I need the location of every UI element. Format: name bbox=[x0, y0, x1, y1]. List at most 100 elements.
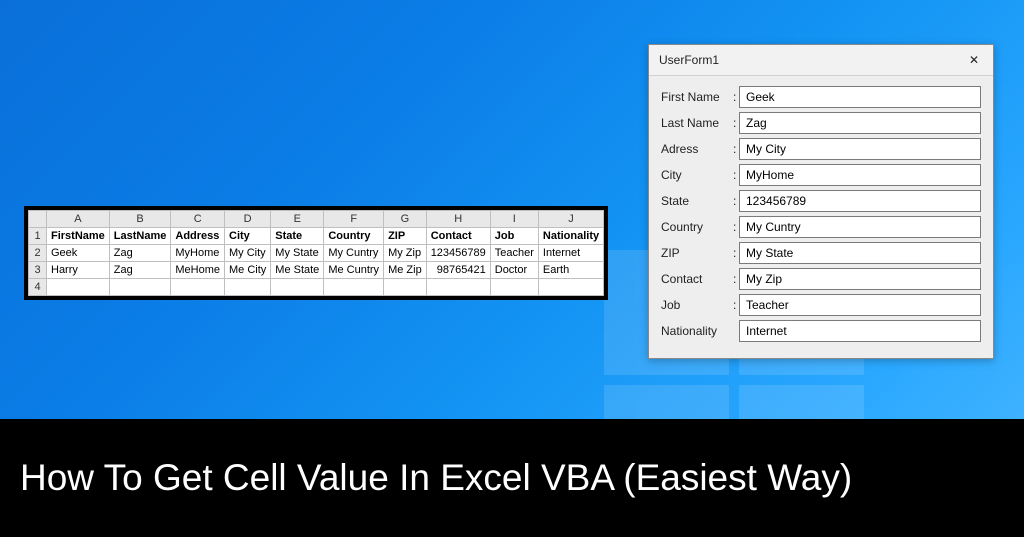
cell[interactable]: Me City bbox=[225, 262, 271, 279]
userform-title: UserForm1 bbox=[659, 53, 719, 67]
label-city: City: bbox=[661, 168, 739, 182]
cell[interactable]: Zag bbox=[109, 262, 171, 279]
form-row-state: State: bbox=[661, 190, 981, 212]
row-header[interactable]: 1 bbox=[29, 228, 47, 245]
cell[interactable]: Country bbox=[324, 228, 384, 245]
table-row: 3 Harry Zag MeHome Me City Me State Me C… bbox=[29, 262, 604, 279]
form-row-city: City: bbox=[661, 164, 981, 186]
col-header[interactable]: I bbox=[490, 211, 538, 228]
page-title: How To Get Cell Value In Excel VBA (Easi… bbox=[20, 455, 852, 501]
col-header[interactable]: D bbox=[225, 211, 271, 228]
col-header[interactable]: C bbox=[171, 211, 225, 228]
cell[interactable]: My Zip bbox=[384, 245, 427, 262]
cell[interactable]: Contact bbox=[426, 228, 490, 245]
input-city[interactable] bbox=[739, 164, 981, 186]
input-lastname[interactable] bbox=[739, 112, 981, 134]
cell[interactable] bbox=[109, 279, 171, 296]
cell[interactable] bbox=[490, 279, 538, 296]
table-row-empty: 4 bbox=[29, 279, 604, 296]
column-header-row: A B C D E F G H I J bbox=[29, 211, 604, 228]
cell[interactable] bbox=[538, 279, 603, 296]
col-header[interactable]: H bbox=[426, 211, 490, 228]
cell[interactable]: Nationality bbox=[538, 228, 603, 245]
cell[interactable]: Me State bbox=[271, 262, 324, 279]
cell[interactable]: Internet bbox=[538, 245, 603, 262]
cell[interactable]: Address bbox=[171, 228, 225, 245]
col-header[interactable]: A bbox=[47, 211, 110, 228]
col-header[interactable]: J bbox=[538, 211, 603, 228]
col-header[interactable]: E bbox=[271, 211, 324, 228]
input-address[interactable] bbox=[739, 138, 981, 160]
cell[interactable]: LastName bbox=[109, 228, 171, 245]
col-header[interactable]: G bbox=[384, 211, 427, 228]
cell[interactable] bbox=[426, 279, 490, 296]
input-job[interactable] bbox=[739, 294, 981, 316]
select-all-corner[interactable] bbox=[29, 211, 47, 228]
cell[interactable] bbox=[324, 279, 384, 296]
cell[interactable] bbox=[384, 279, 427, 296]
col-header[interactable]: B bbox=[109, 211, 171, 228]
label-state: State: bbox=[661, 194, 739, 208]
cell[interactable] bbox=[225, 279, 271, 296]
cell[interactable]: MeHome bbox=[171, 262, 225, 279]
excel-sheet: A B C D E F G H I J 1 FirstName LastName… bbox=[24, 206, 608, 300]
excel-grid[interactable]: A B C D E F G H I J 1 FirstName LastName… bbox=[28, 210, 604, 296]
cell[interactable]: My City bbox=[225, 245, 271, 262]
userform-titlebar[interactable]: UserForm1 ✕ bbox=[649, 45, 993, 76]
cell[interactable]: Me Cuntry bbox=[324, 262, 384, 279]
input-country[interactable] bbox=[739, 216, 981, 238]
form-row-lastname: Last Name: bbox=[661, 112, 981, 134]
label-address: Adress: bbox=[661, 142, 739, 156]
cell[interactable]: Teacher bbox=[490, 245, 538, 262]
form-row-contact: Contact: bbox=[661, 268, 981, 290]
cell[interactable]: Me Zip bbox=[384, 262, 427, 279]
col-header[interactable]: F bbox=[324, 211, 384, 228]
form-row-job: Job: bbox=[661, 294, 981, 316]
row-header[interactable]: 2 bbox=[29, 245, 47, 262]
cell[interactable]: Doctor bbox=[490, 262, 538, 279]
close-button[interactable]: ✕ bbox=[965, 51, 983, 69]
input-zip[interactable] bbox=[739, 242, 981, 264]
cell[interactable]: My Cuntry bbox=[324, 245, 384, 262]
label-contact: Contact: bbox=[661, 272, 739, 286]
cell[interactable]: Geek bbox=[47, 245, 110, 262]
label-firstname: First Name: bbox=[661, 90, 739, 104]
form-row-address: Adress: bbox=[661, 138, 981, 160]
cell[interactable]: Zag bbox=[109, 245, 171, 262]
input-firstname[interactable] bbox=[739, 86, 981, 108]
row-header[interactable]: 4 bbox=[29, 279, 47, 296]
cell[interactable] bbox=[171, 279, 225, 296]
form-row-country: Country: bbox=[661, 216, 981, 238]
table-header-row: 1 FirstName LastName Address City State … bbox=[29, 228, 604, 245]
userform-window: UserForm1 ✕ First Name: Last Name: Adres… bbox=[648, 44, 994, 359]
table-row: 2 Geek Zag MyHome My City My State My Cu… bbox=[29, 245, 604, 262]
form-row-firstname: First Name: bbox=[661, 86, 981, 108]
label-nationality: Nationality bbox=[661, 324, 739, 338]
label-country: Country: bbox=[661, 220, 739, 234]
cell[interactable]: State bbox=[271, 228, 324, 245]
cell[interactable] bbox=[47, 279, 110, 296]
cell[interactable]: Earth bbox=[538, 262, 603, 279]
cell[interactable]: MyHome bbox=[171, 245, 225, 262]
cell[interactable]: City bbox=[225, 228, 271, 245]
userform-body: First Name: Last Name: Adress: City: Sta… bbox=[649, 76, 993, 358]
input-contact[interactable] bbox=[739, 268, 981, 290]
cell[interactable]: 98765421 bbox=[426, 262, 490, 279]
label-lastname: Last Name: bbox=[661, 116, 739, 130]
input-state[interactable] bbox=[739, 190, 981, 212]
label-zip: ZIP: bbox=[661, 246, 739, 260]
cell[interactable] bbox=[271, 279, 324, 296]
cell[interactable]: Harry bbox=[47, 262, 110, 279]
row-header[interactable]: 3 bbox=[29, 262, 47, 279]
form-row-nationality: Nationality bbox=[661, 320, 981, 342]
form-row-zip: ZIP: bbox=[661, 242, 981, 264]
cell[interactable]: FirstName bbox=[47, 228, 110, 245]
cell[interactable]: 123456789 bbox=[426, 245, 490, 262]
cell[interactable]: My State bbox=[271, 245, 324, 262]
cell[interactable]: Job bbox=[490, 228, 538, 245]
close-icon: ✕ bbox=[969, 54, 979, 66]
cell[interactable]: ZIP bbox=[384, 228, 427, 245]
input-nationality[interactable] bbox=[739, 320, 981, 342]
title-banner: How To Get Cell Value In Excel VBA (Easi… bbox=[0, 419, 1024, 537]
label-job: Job: bbox=[661, 298, 739, 312]
